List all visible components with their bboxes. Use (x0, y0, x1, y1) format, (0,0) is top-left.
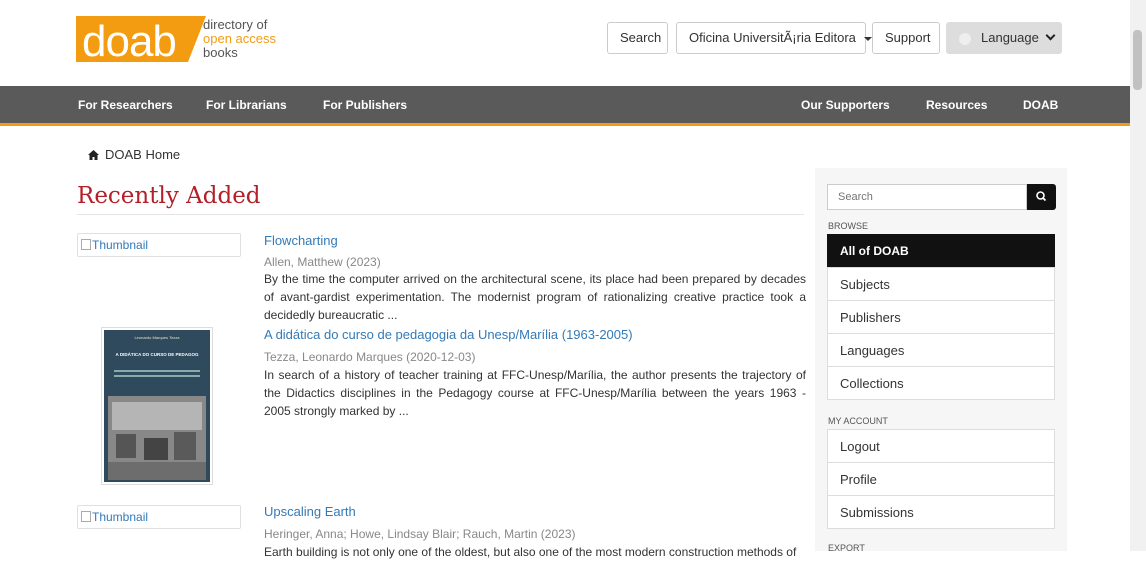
account-logout[interactable]: Logout (827, 429, 1055, 463)
header: doab directory of open access books Sear… (0, 0, 1146, 86)
broken-image-icon (81, 239, 91, 251)
page-title: Recently Added (77, 183, 261, 209)
logo-line-2: open access (203, 31, 276, 46)
logo-tagline: directory of open access books (203, 18, 276, 60)
item-abstract: Earth building is not only one of the ol… (264, 545, 797, 559)
publisher-dropdown[interactable]: Oficina UniversitÃ¡ria Editora (676, 22, 872, 54)
nav-our-supporters[interactable]: Our Supporters (801, 98, 890, 112)
globe-icon (959, 32, 971, 45)
thumbnail-alt: Thumbnail (92, 238, 149, 252)
item-meta: Allen, Matthew (2023) (264, 255, 381, 269)
thumbnail-alt: Thumbnail (92, 510, 149, 524)
support-button-label: Support (885, 30, 931, 45)
doab-logo[interactable]: doab (76, 10, 206, 65)
home-icon (88, 150, 99, 160)
scrollbar-thumb[interactable] (1133, 30, 1142, 90)
cover-image: Leonardo Marques Tezza A DIDÁTICA DO CUR… (104, 330, 210, 482)
caret-down-icon (863, 36, 872, 41)
account-submissions[interactable]: Submissions (827, 495, 1055, 529)
search-button[interactable]: Search (607, 22, 668, 54)
thumbnail-placeholder[interactable]: Thumbnail (77, 233, 241, 257)
browse-collections[interactable]: Collections (827, 366, 1055, 400)
browse-heading: BROWSE (828, 221, 869, 231)
publisher-dropdown-label: Oficina UniversitÃ¡ria Editora (689, 30, 856, 45)
item-title-link[interactable]: Flowcharting (264, 233, 338, 248)
browse-languages[interactable]: Languages (827, 333, 1055, 367)
account-profile[interactable]: Profile (827, 462, 1055, 496)
book-cover-thumbnail[interactable]: Leonardo Marques Tezza A DIDÁTICA DO CUR… (101, 327, 213, 485)
item-meta: Tezza, Leonardo Marques (2020-12-03) (264, 350, 476, 364)
chevron-down-icon (1045, 30, 1056, 41)
broken-image-icon (81, 511, 91, 523)
language-dropdown[interactable]: Language (946, 22, 1062, 54)
nav-for-researchers[interactable]: For Researchers (78, 98, 173, 112)
browse-subjects[interactable]: Subjects (827, 267, 1055, 301)
item-abstract: By the time the computer arrived on the … (264, 272, 806, 322)
item-meta: Heringer, Anna; Howe, Lindsay Blair; Rau… (264, 527, 576, 541)
item-title-link[interactable]: A didática do curso de pedagogia da Unes… (264, 327, 633, 342)
sidebar-search-button[interactable] (1027, 184, 1056, 210)
title-divider (77, 214, 804, 215)
language-label: Language (981, 30, 1039, 45)
nav-for-librarians[interactable]: For Librarians (206, 98, 287, 112)
svg-text:doab: doab (82, 17, 176, 65)
thumbnail-placeholder[interactable]: Thumbnail (77, 505, 241, 529)
support-button[interactable]: Support (872, 22, 940, 54)
item-abstract: In search of a history of teacher traini… (264, 368, 806, 418)
logo-line-1: directory of (203, 17, 268, 32)
account-heading: MY ACCOUNT (828, 416, 888, 426)
export-heading: EXPORT (828, 543, 865, 553)
nav-doab[interactable]: DOAB (1023, 98, 1058, 112)
browse-publishers[interactable]: Publishers (827, 300, 1055, 334)
breadcrumb-home: DOAB Home (105, 147, 181, 162)
main-nav: For Researchers For Librarians For Publi… (0, 86, 1146, 126)
nav-resources[interactable]: Resources (926, 98, 987, 112)
logo-line-3: books (203, 45, 238, 60)
search-icon (1036, 191, 1047, 202)
breadcrumb[interactable]: DOAB Home (88, 147, 180, 162)
nav-for-publishers[interactable]: For Publishers (323, 98, 407, 112)
svg-text:A DIDÁTICA DO CURSO DE PEDAGOG: A DIDÁTICA DO CURSO DE PEDAGOG (116, 351, 199, 357)
item-title-link[interactable]: Upscaling Earth (264, 504, 356, 519)
svg-text:Leonardo Marques Tezza: Leonardo Marques Tezza (134, 335, 180, 340)
sidebar-search-input[interactable] (827, 184, 1027, 210)
search-button-label: Search (620, 30, 662, 45)
browse-all-of-doab[interactable]: All of DOAB (827, 234, 1055, 268)
